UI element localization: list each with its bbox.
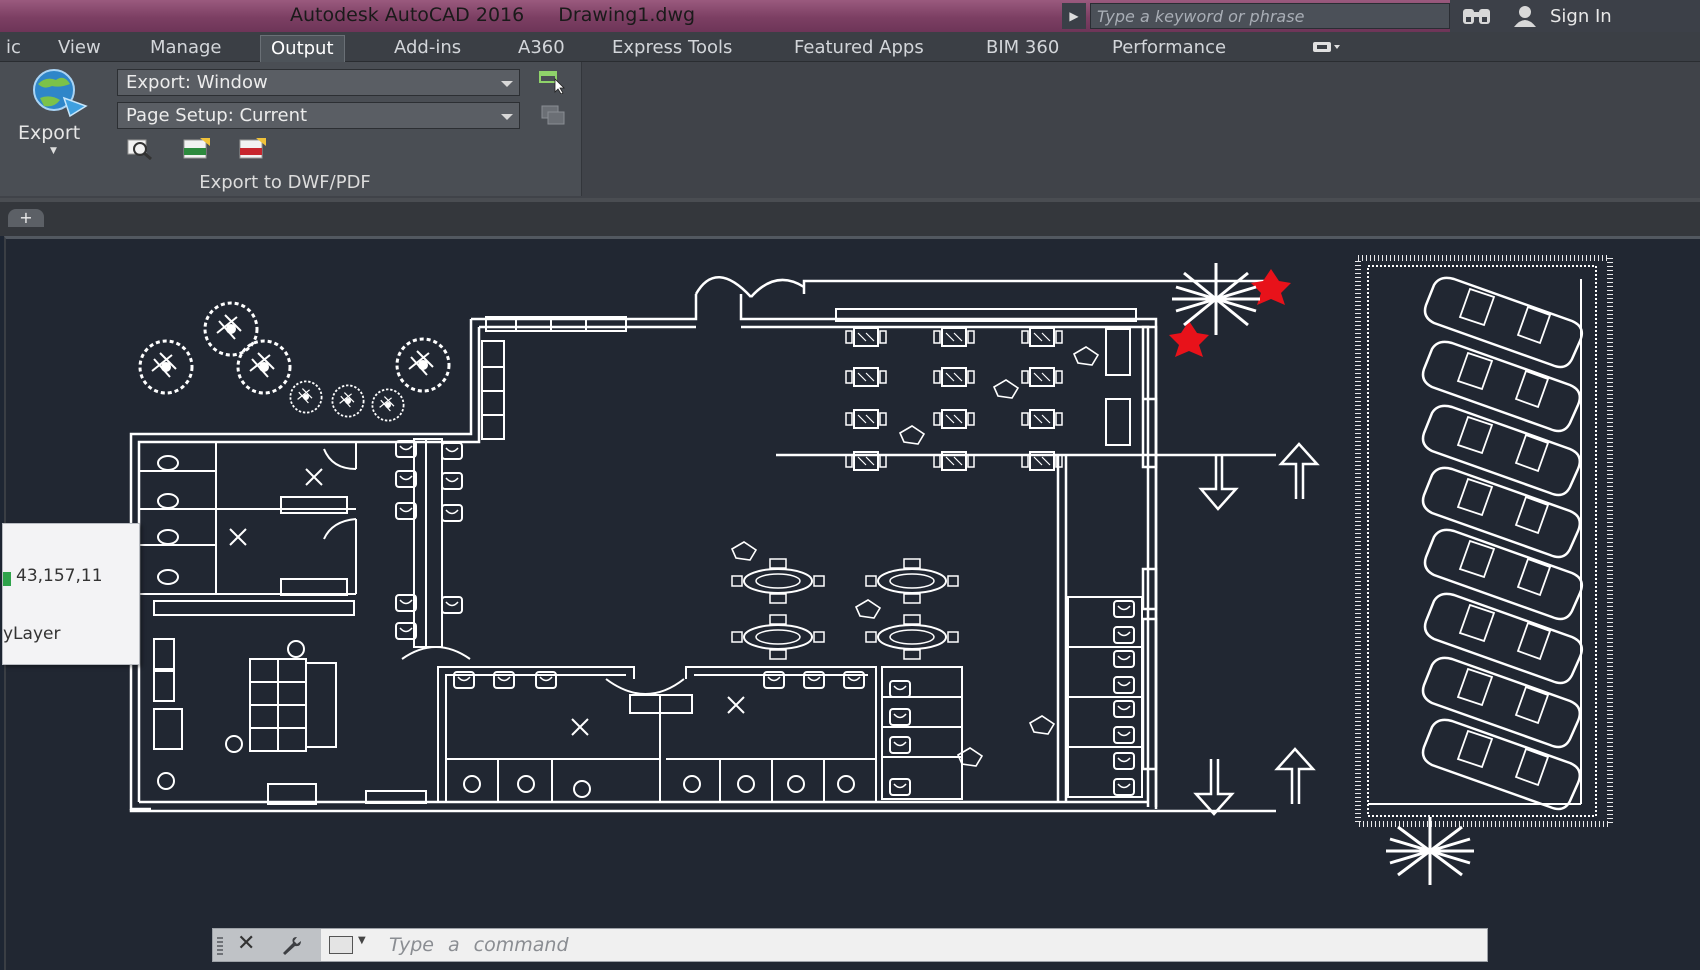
- tab-manage[interactable]: Manage: [140, 35, 232, 62]
- page-setup-dropdown-value: Page Setup: Current: [126, 105, 308, 126]
- tab-view[interactable]: View: [48, 35, 111, 62]
- parking-area: [1355, 255, 1613, 827]
- round-tables: [730, 541, 1056, 767]
- ribbon-tab-bar: ic View Manage Output Add-ins A360 Expre…: [0, 32, 1700, 62]
- bar-counter: [395, 438, 471, 660]
- command-line-tools: ✕: [213, 929, 321, 961]
- window-pick-icon[interactable]: [538, 70, 568, 94]
- ribbon-panel-area: Export ▼ Export: Window Page Setup: Curr…: [0, 62, 1700, 198]
- restrooms: [139, 442, 357, 616]
- export-dropdown-value: Export: Window: [126, 72, 268, 93]
- tab-truncated[interactable]: ic: [0, 35, 31, 62]
- landscape-trees: [138, 301, 451, 422]
- search-expand-button[interactable]: ▶: [1062, 3, 1086, 29]
- title-bar: Autodesk AutoCAD 2016 Drawing1.dwg ▶ Sig…: [0, 0, 1700, 32]
- chevron-down-icon: ▼: [50, 146, 57, 156]
- search-box[interactable]: [1090, 3, 1450, 29]
- chevron-down-icon[interactable]: ▼: [358, 935, 366, 946]
- new-drawing-tab-button[interactable]: +: [8, 209, 44, 227]
- export-label: Export: [18, 122, 81, 144]
- export-button[interactable]: Export ▼: [10, 68, 95, 158]
- tab-featured-apps[interactable]: Featured Apps: [784, 35, 934, 62]
- command-input[interactable]: [389, 931, 1469, 959]
- infocenter-tools: Sign In: [1450, 0, 1700, 32]
- side-booths: [881, 596, 1143, 800]
- floor-plan-drawing[interactable]: [6, 239, 1700, 970]
- user-icon[interactable]: [1512, 5, 1538, 27]
- tab-performance[interactable]: Performance: [1102, 35, 1236, 62]
- dining-tables-upper: [845, 327, 1131, 479]
- window-title: Autodesk AutoCAD 2016 Drawing1.dwg: [290, 4, 723, 26]
- export-panel: Export ▼ Export: Window Page Setup: Curr…: [0, 62, 582, 196]
- tab-a360[interactable]: A360: [508, 35, 575, 62]
- page-setup-dropdown[interactable]: Page Setup: Current: [117, 102, 520, 129]
- export-panel-title: Export to DWF/PDF: [0, 172, 582, 193]
- wrench-icon[interactable]: [279, 935, 305, 957]
- color-value: 43,157,11: [16, 566, 103, 586]
- building-walls: [129, 276, 1276, 813]
- autocad-window: Autodesk AutoCAD 2016 Drawing1.dwg ▶ Sig…: [0, 0, 1700, 970]
- drag-handle-icon[interactable]: [217, 935, 223, 955]
- export-panel-title-text: Export to DWF/PDF: [199, 172, 371, 193]
- tab-express-tools[interactable]: Express Tools: [602, 35, 742, 62]
- file-name: Drawing1.dwg: [558, 4, 696, 26]
- drawing-canvas[interactable]: 43,157,11 yLayer: [2, 236, 1700, 970]
- app-title: Autodesk AutoCAD 2016: [290, 4, 525, 26]
- traffic-arrows: [1156, 442, 1320, 816]
- layer-value: yLayer: [3, 624, 61, 644]
- export-globe-icon: [33, 69, 88, 118]
- export-dropdown[interactable]: Export: Window: [117, 69, 520, 96]
- office-area: [153, 638, 427, 805]
- close-icon[interactable]: ✕: [237, 931, 255, 956]
- properties-tooltip: 43,157,11 yLayer: [2, 523, 140, 665]
- chevron-down-icon: [501, 114, 513, 120]
- export-pdf-icon[interactable]: [238, 136, 268, 160]
- chevron-down-icon: [501, 81, 513, 87]
- tab-bim-360[interactable]: BIM 360: [976, 35, 1069, 62]
- color-swatch: [3, 572, 11, 586]
- page-setup-manager-icon[interactable]: [540, 104, 568, 126]
- file-tab-bar: +: [0, 198, 1700, 236]
- preview-icon[interactable]: [126, 137, 154, 161]
- tab-output[interactable]: Output: [260, 35, 345, 62]
- ribbon-options-icon[interactable]: [1312, 40, 1342, 54]
- search-input[interactable]: [1091, 4, 1449, 28]
- binoculars-icon[interactable]: [1460, 6, 1494, 26]
- command-prompt-icon[interactable]: [329, 936, 353, 954]
- sign-in-link[interactable]: Sign In: [1550, 6, 1612, 27]
- command-line: ✕ ▼: [212, 928, 1488, 962]
- export-dwf-icon[interactable]: [182, 136, 212, 160]
- tab-add-ins[interactable]: Add-ins: [384, 35, 471, 62]
- kitchen-rooms: [437, 666, 877, 802]
